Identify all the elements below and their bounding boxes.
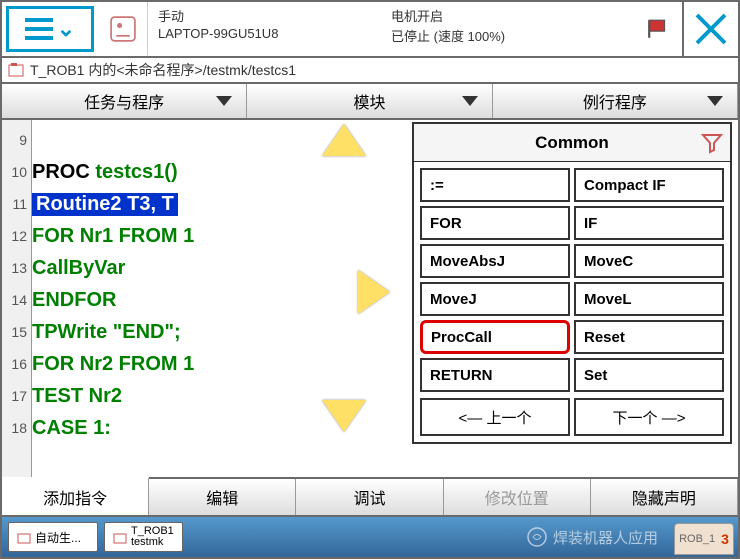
corner-badge[interactable]: ROB_1 3 bbox=[674, 523, 734, 555]
device-label: LAPTOP-99GU51U8 bbox=[158, 26, 391, 46]
cmd-if[interactable]: IF bbox=[574, 206, 724, 240]
dropdown-icon bbox=[216, 96, 232, 106]
watermark: 焊装机器人应用 bbox=[527, 527, 658, 548]
cmd-set[interactable]: Set bbox=[574, 358, 724, 392]
tab-task[interactable]: 任务与程序 bbox=[2, 84, 247, 118]
cmd-movej[interactable]: MoveJ bbox=[420, 282, 570, 316]
cmd-for[interactable]: FOR bbox=[420, 206, 570, 240]
task-program[interactable]: T_ROB1testmk bbox=[104, 522, 183, 552]
arrow-up-icon[interactable] bbox=[322, 124, 366, 156]
cmd-movel[interactable]: MoveL bbox=[574, 282, 724, 316]
instruction-panel: Common := Compact IF FOR IF MoveAbsJ Mov… bbox=[412, 122, 732, 444]
tab-add-instruction[interactable]: 添加指令 bbox=[2, 477, 149, 515]
chevron-down-icon: ⌄ bbox=[57, 16, 75, 42]
arrow-down-icon[interactable] bbox=[322, 400, 366, 432]
hamburger-icon bbox=[25, 18, 53, 40]
program-icon bbox=[8, 62, 26, 78]
dropdown-icon bbox=[707, 96, 723, 106]
breadcrumb: T_ROB1 内的<未命名程序>/testmk/testcs1 bbox=[2, 58, 738, 84]
mode-label: 手动 bbox=[158, 6, 391, 26]
tab-routine[interactable]: 例行程序 bbox=[493, 84, 738, 118]
next-button[interactable]: 下一个 —> bbox=[574, 398, 724, 436]
cmd-proccall[interactable]: ProcCall bbox=[420, 320, 570, 354]
tab-modpos: 修改位置 bbox=[444, 479, 591, 515]
tab-debug[interactable]: 调试 bbox=[296, 479, 443, 515]
dropdown-icon bbox=[462, 96, 478, 106]
task-auto[interactable]: 自动生... bbox=[8, 522, 98, 552]
cmd-reset[interactable]: Reset bbox=[574, 320, 724, 354]
task-icon bbox=[113, 530, 127, 544]
filter-icon[interactable] bbox=[700, 131, 724, 155]
tab-hide-decl[interactable]: 隐藏声明 bbox=[591, 479, 738, 515]
line-gutter: 9101112131415161718 bbox=[2, 120, 32, 477]
robot-icon bbox=[98, 2, 148, 56]
cmd-moveabsj[interactable]: MoveAbsJ bbox=[420, 244, 570, 278]
flag-icon[interactable] bbox=[634, 2, 682, 56]
tab-module[interactable]: 模块 bbox=[247, 84, 492, 118]
status-area: 手动 LAPTOP-99GU51U8 电机开启 已停止 (速度 100%) bbox=[148, 2, 634, 56]
cmd-assign[interactable]: := bbox=[420, 168, 570, 202]
selected-code[interactable]: Routine2 T3, T bbox=[32, 193, 178, 216]
close-button[interactable] bbox=[682, 2, 738, 56]
motor-label: 电机开启 bbox=[391, 6, 624, 26]
cmd-return[interactable]: RETURN bbox=[420, 358, 570, 392]
stopped-label: 已停止 (速度 100%) bbox=[391, 26, 624, 46]
arrow-right-icon[interactable] bbox=[358, 270, 390, 314]
task-icon bbox=[17, 530, 31, 544]
prev-button[interactable]: <— 上一个 bbox=[420, 398, 570, 436]
cmd-compactif[interactable]: Compact IF bbox=[574, 168, 724, 202]
menu-button[interactable]: ⌄ bbox=[6, 6, 94, 52]
cmd-movec[interactable]: MoveC bbox=[574, 244, 724, 278]
tab-edit[interactable]: 编辑 bbox=[149, 479, 296, 515]
taskbar: 自动生... T_ROB1testmk 焊装机器人应用 ROB_1 3 bbox=[2, 515, 738, 557]
panel-header[interactable]: Common bbox=[414, 124, 730, 162]
path-text: T_ROB1 内的<未命名程序>/testmk/testcs1 bbox=[30, 60, 296, 80]
